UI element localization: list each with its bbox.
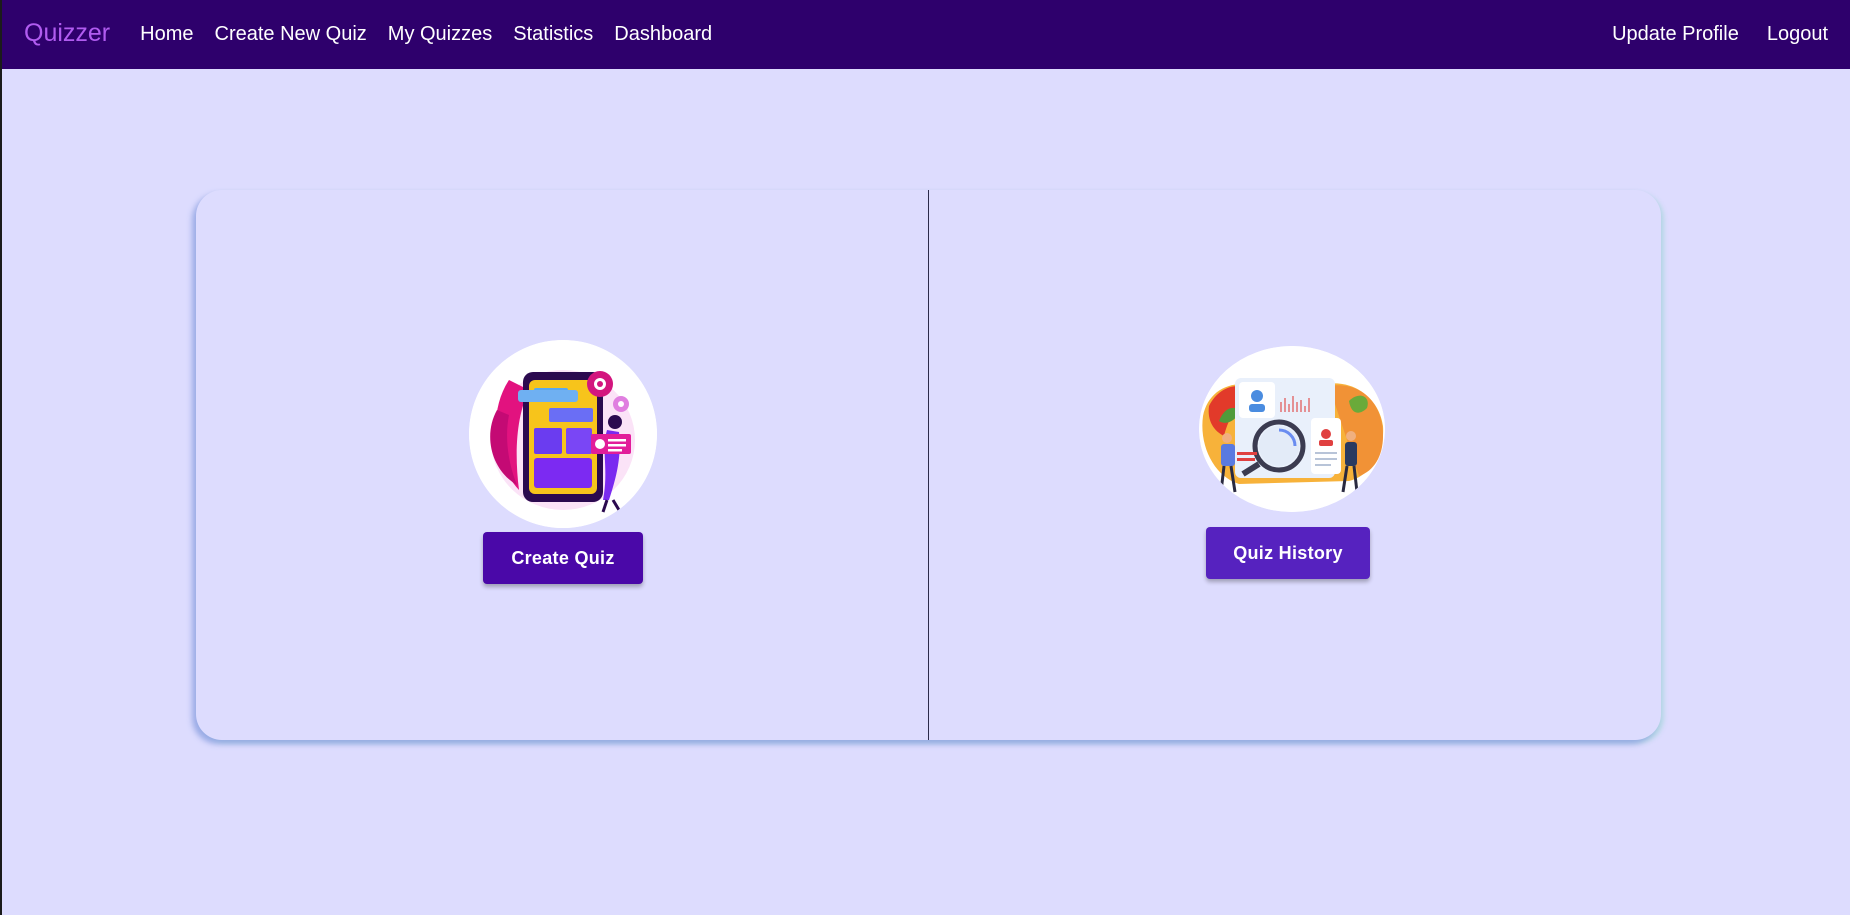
nav-link-logout[interactable]: Logout — [1767, 23, 1828, 46]
quiz-builder-illustration-icon — [469, 340, 657, 528]
nav-link-my-quizzes[interactable]: My Quizzes — [388, 23, 492, 46]
top-navbar: Quizzer Home Create New Quiz My Quizzes … — [2, 0, 1850, 69]
create-quiz-panel: Create Quiz — [196, 190, 928, 740]
main-card: Create Quiz Quiz History — [196, 190, 1661, 740]
nav-link-create-new-quiz[interactable]: Create New Quiz — [215, 23, 367, 46]
nav-link-statistics[interactable]: Statistics — [513, 23, 593, 46]
nav-link-update-profile[interactable]: Update Profile — [1612, 23, 1739, 46]
quiz-history-panel: Quiz History — [929, 190, 1661, 740]
nav-links: Home Create New Quiz My Quizzes Statisti… — [140, 23, 733, 46]
nav-right-links: Update Profile Logout — [1584, 23, 1828, 46]
brand-logo[interactable]: Quizzer — [24, 19, 110, 48]
nav-link-home[interactable]: Home — [140, 23, 193, 46]
nav-link-dashboard[interactable]: Dashboard — [614, 23, 712, 46]
quiz-history-button[interactable]: Quiz History — [1206, 527, 1370, 579]
create-quiz-button[interactable]: Create Quiz — [483, 532, 643, 584]
quiz-analytics-illustration-icon — [1199, 346, 1385, 512]
